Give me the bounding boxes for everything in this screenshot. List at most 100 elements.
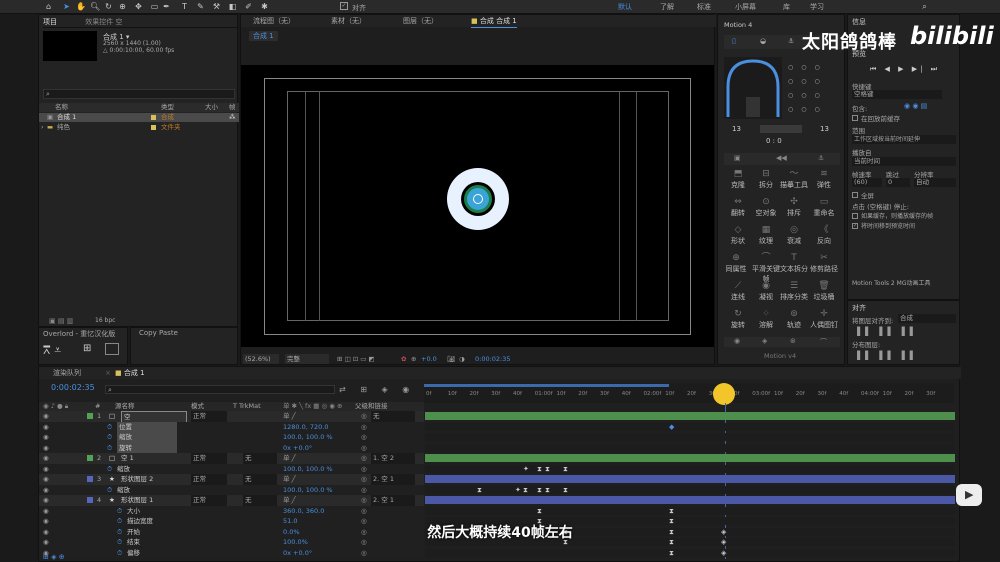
property-track[interactable]: ⧗ ✦ ⧗ ⧗ ⧗ ⧗ (425, 485, 955, 494)
clone-stamp-icon[interactable]: ⚒ (212, 2, 221, 11)
tab-project[interactable]: 项目 (43, 18, 57, 26)
tab-effect-controls[interactable]: 效果控件 空 (85, 18, 122, 26)
zoom-tool-icon[interactable]: 🔍︎ (90, 2, 100, 11)
phone-icon[interactable]: ▯ (732, 37, 736, 45)
playback-controls[interactable]: ⏮ ◀ ▶ ▶| ⏭ (870, 65, 940, 74)
property-track[interactable] (425, 433, 955, 441)
layer-row[interactable]: ◉ 1 □ 空正常单 ╱ ◎ 无 (39, 411, 424, 424)
color-channel-icon[interactable]: ✿ (401, 353, 406, 365)
pick-whip-icon[interactable]: ◎ (361, 453, 367, 464)
layer-row[interactable]: ◉ 3 ★ 形状图层 2 正常 无单 ╱ ◎ 2. 空 1 (39, 474, 424, 485)
shortcut-select[interactable]: 空格键 (852, 90, 942, 99)
timeline-search-input[interactable]: ⌕ (105, 385, 335, 394)
snapshot-icon[interactable]: 📷︎ (447, 353, 455, 365)
pick-whip-icon[interactable]: ◎ (361, 548, 367, 559)
viewer-timecode[interactable]: 0:00:02:35 (475, 353, 511, 365)
eraser-tool-icon[interactable]: ◧ (228, 2, 237, 11)
layer-name[interactable]: 位置 (117, 421, 177, 432)
puppet-tool-icon[interactable]: ✱ (260, 2, 269, 11)
pen-tool-icon[interactable]: ✒ (162, 2, 171, 11)
col-source-name[interactable]: 源名称 (115, 402, 135, 411)
layer-name[interactable]: 偏移 (127, 548, 140, 559)
motion-btn-shape[interactable]: ◇ 形状 (724, 223, 752, 249)
keyframe[interactable]: ⧗ (669, 549, 674, 557)
col-size[interactable]: 大小 (205, 103, 218, 112)
time-ruler[interactable]: 0f 10f 20f 30f 40f 01:00f 10f 20f 30f 40f 02:00f 10… (424, 383, 954, 403)
motion-btn-clone[interactable]: ⬒ 克隆 (724, 167, 752, 193)
type-tool-icon[interactable]: T (180, 2, 189, 11)
keyframe[interactable]: ⧗ (563, 465, 568, 473)
motion-action-bar[interactable]: ▣ ◀◀ ⚓︎ (724, 153, 840, 165)
property-value[interactable]: 0x +0.0° (283, 443, 312, 454)
fullscreen-checkbox[interactable] (852, 192, 858, 198)
layer-name[interactable]: 大小 (127, 506, 140, 517)
anchor-icon[interactable]: ⚓︎ (788, 37, 794, 45)
tab-info[interactable]: 信息 (852, 17, 866, 27)
project-footer-icons[interactable]: ▣ ▤ ▥ (49, 317, 73, 325)
layer-name[interactable]: 旋转 (117, 442, 177, 453)
layer-duration-bar[interactable] (425, 412, 955, 420)
trkmat-select[interactable]: 无 (243, 474, 277, 485)
motion-btn-look-at[interactable]: ◉ 凝视 (752, 279, 780, 305)
pick-whip-icon[interactable]: ◎ (361, 464, 367, 475)
selection-tool-icon[interactable]: ➤ (62, 2, 71, 11)
motion-btn-texture[interactable]: ▦ 纹理 (752, 223, 780, 249)
pick-whip-icon[interactable]: ◎ (361, 485, 367, 496)
ease-slider[interactable] (760, 125, 802, 133)
keyframe[interactable]: ⧗ (669, 507, 674, 515)
layer-name[interactable]: 缩放 (117, 432, 177, 443)
workspace-library[interactable]: 库 (783, 2, 790, 12)
property-value[interactable]: 1280.0, 720.0 (283, 422, 328, 433)
chevron-right-icon[interactable]: › (41, 123, 44, 132)
motion-btn-puppet-pin[interactable]: ✛ 人偶图钉 (810, 307, 838, 333)
property-row[interactable]: ◉ ⏱ 偏移 0x +0.0° ◎ (39, 547, 424, 559)
play-cached-checkbox[interactable] (852, 213, 858, 219)
anchor-grid[interactable]: ○○○ ○○○ ○○○ ○○○ (788, 61, 842, 117)
keyframe[interactable]: ⧗ (545, 486, 550, 494)
home-icon[interactable]: ⌂ (44, 2, 53, 11)
parent-select[interactable]: 2. 空 1 (371, 495, 415, 506)
workspace-small-screen[interactable]: 小屏幕 (735, 2, 756, 12)
visibility-eye-icon[interactable]: ◉ (43, 495, 49, 506)
brush-tool-icon[interactable]: ✎ (196, 2, 205, 11)
overlord-window-icon[interactable] (105, 343, 119, 355)
show-snapshot-icon[interactable]: ◑ (459, 353, 465, 365)
layer-switches[interactable]: 单 ╱ (283, 474, 295, 485)
stopwatch-icon[interactable]: ⏱ (107, 485, 112, 496)
play-from-select[interactable]: 当前时间 (852, 157, 956, 166)
rectangle-tool-icon[interactable]: ▭ (150, 2, 159, 11)
hand-tool-icon[interactable]: ✋ (76, 2, 86, 11)
parent-select[interactable]: 2. 空 1 (371, 474, 415, 485)
property-row[interactable]: ◉ ⏱ 缩放 100.0, 100.0 % ◎ (39, 432, 424, 443)
camera-tool-icon[interactable]: ⊕ (118, 2, 127, 11)
property-row[interactable]: ◉ ⏱ 缩放 100.0, 100.0 % ◎ (39, 484, 424, 496)
workspace-default[interactable]: 默认 (618, 2, 632, 12)
motion-btn-split[interactable]: ⊟ 拆分 (752, 167, 780, 193)
layer-row[interactable]: ◉ 2 □ 空 1 正常 无单 ╱ ◎ 1. 空 2 (39, 453, 424, 464)
layer-switches[interactable]: 单 ╱ (283, 495, 295, 506)
property-value[interactable]: 360.0, 360.0 (283, 506, 324, 517)
layer-name[interactable]: 空 1 (121, 453, 134, 464)
anchor-point-icon[interactable] (473, 194, 483, 204)
visibility-eye-icon[interactable]: ◉ (43, 411, 49, 422)
range-select[interactable]: 工作区域按当前时间延伸 (852, 135, 956, 144)
motion-btn-dissolve[interactable]: ⁘ 溶解 (752, 307, 780, 333)
blend-mode-select[interactable]: 正常 (191, 474, 227, 485)
search-help-icon[interactable]: ⌕ (920, 2, 929, 11)
timeline-footer-icons[interactable]: ⊞ ◈ ⊕ (43, 553, 65, 561)
pick-whip-icon[interactable]: ◎ (361, 495, 367, 506)
layer-label-color[interactable] (87, 497, 93, 503)
timeline-timecode[interactable]: 0:00:02:35 (51, 383, 95, 392)
skip-select[interactable]: 0 (886, 178, 910, 187)
trkmat-select[interactable]: 无 (243, 453, 277, 464)
comp-subtab[interactable]: 合成 1 (249, 31, 278, 41)
ease-out-value[interactable]: 13 (820, 125, 829, 133)
property-value[interactable]: 100.0, 100.0 % (283, 464, 333, 475)
property-value[interactable]: 0x +0.0° (283, 548, 312, 559)
visibility-eye-icon[interactable]: ◉ (43, 506, 49, 517)
parent-select[interactable]: 无 (371, 411, 415, 422)
motion-btn-orbit[interactable]: ⊚ 轨迹 (780, 307, 808, 333)
layer-name[interactable]: 形状图层 1 (121, 495, 153, 506)
motion-btn-rename[interactable]: ▭ 重命名 (810, 195, 838, 221)
stopwatch-icon[interactable]: ⏱ (107, 432, 112, 443)
